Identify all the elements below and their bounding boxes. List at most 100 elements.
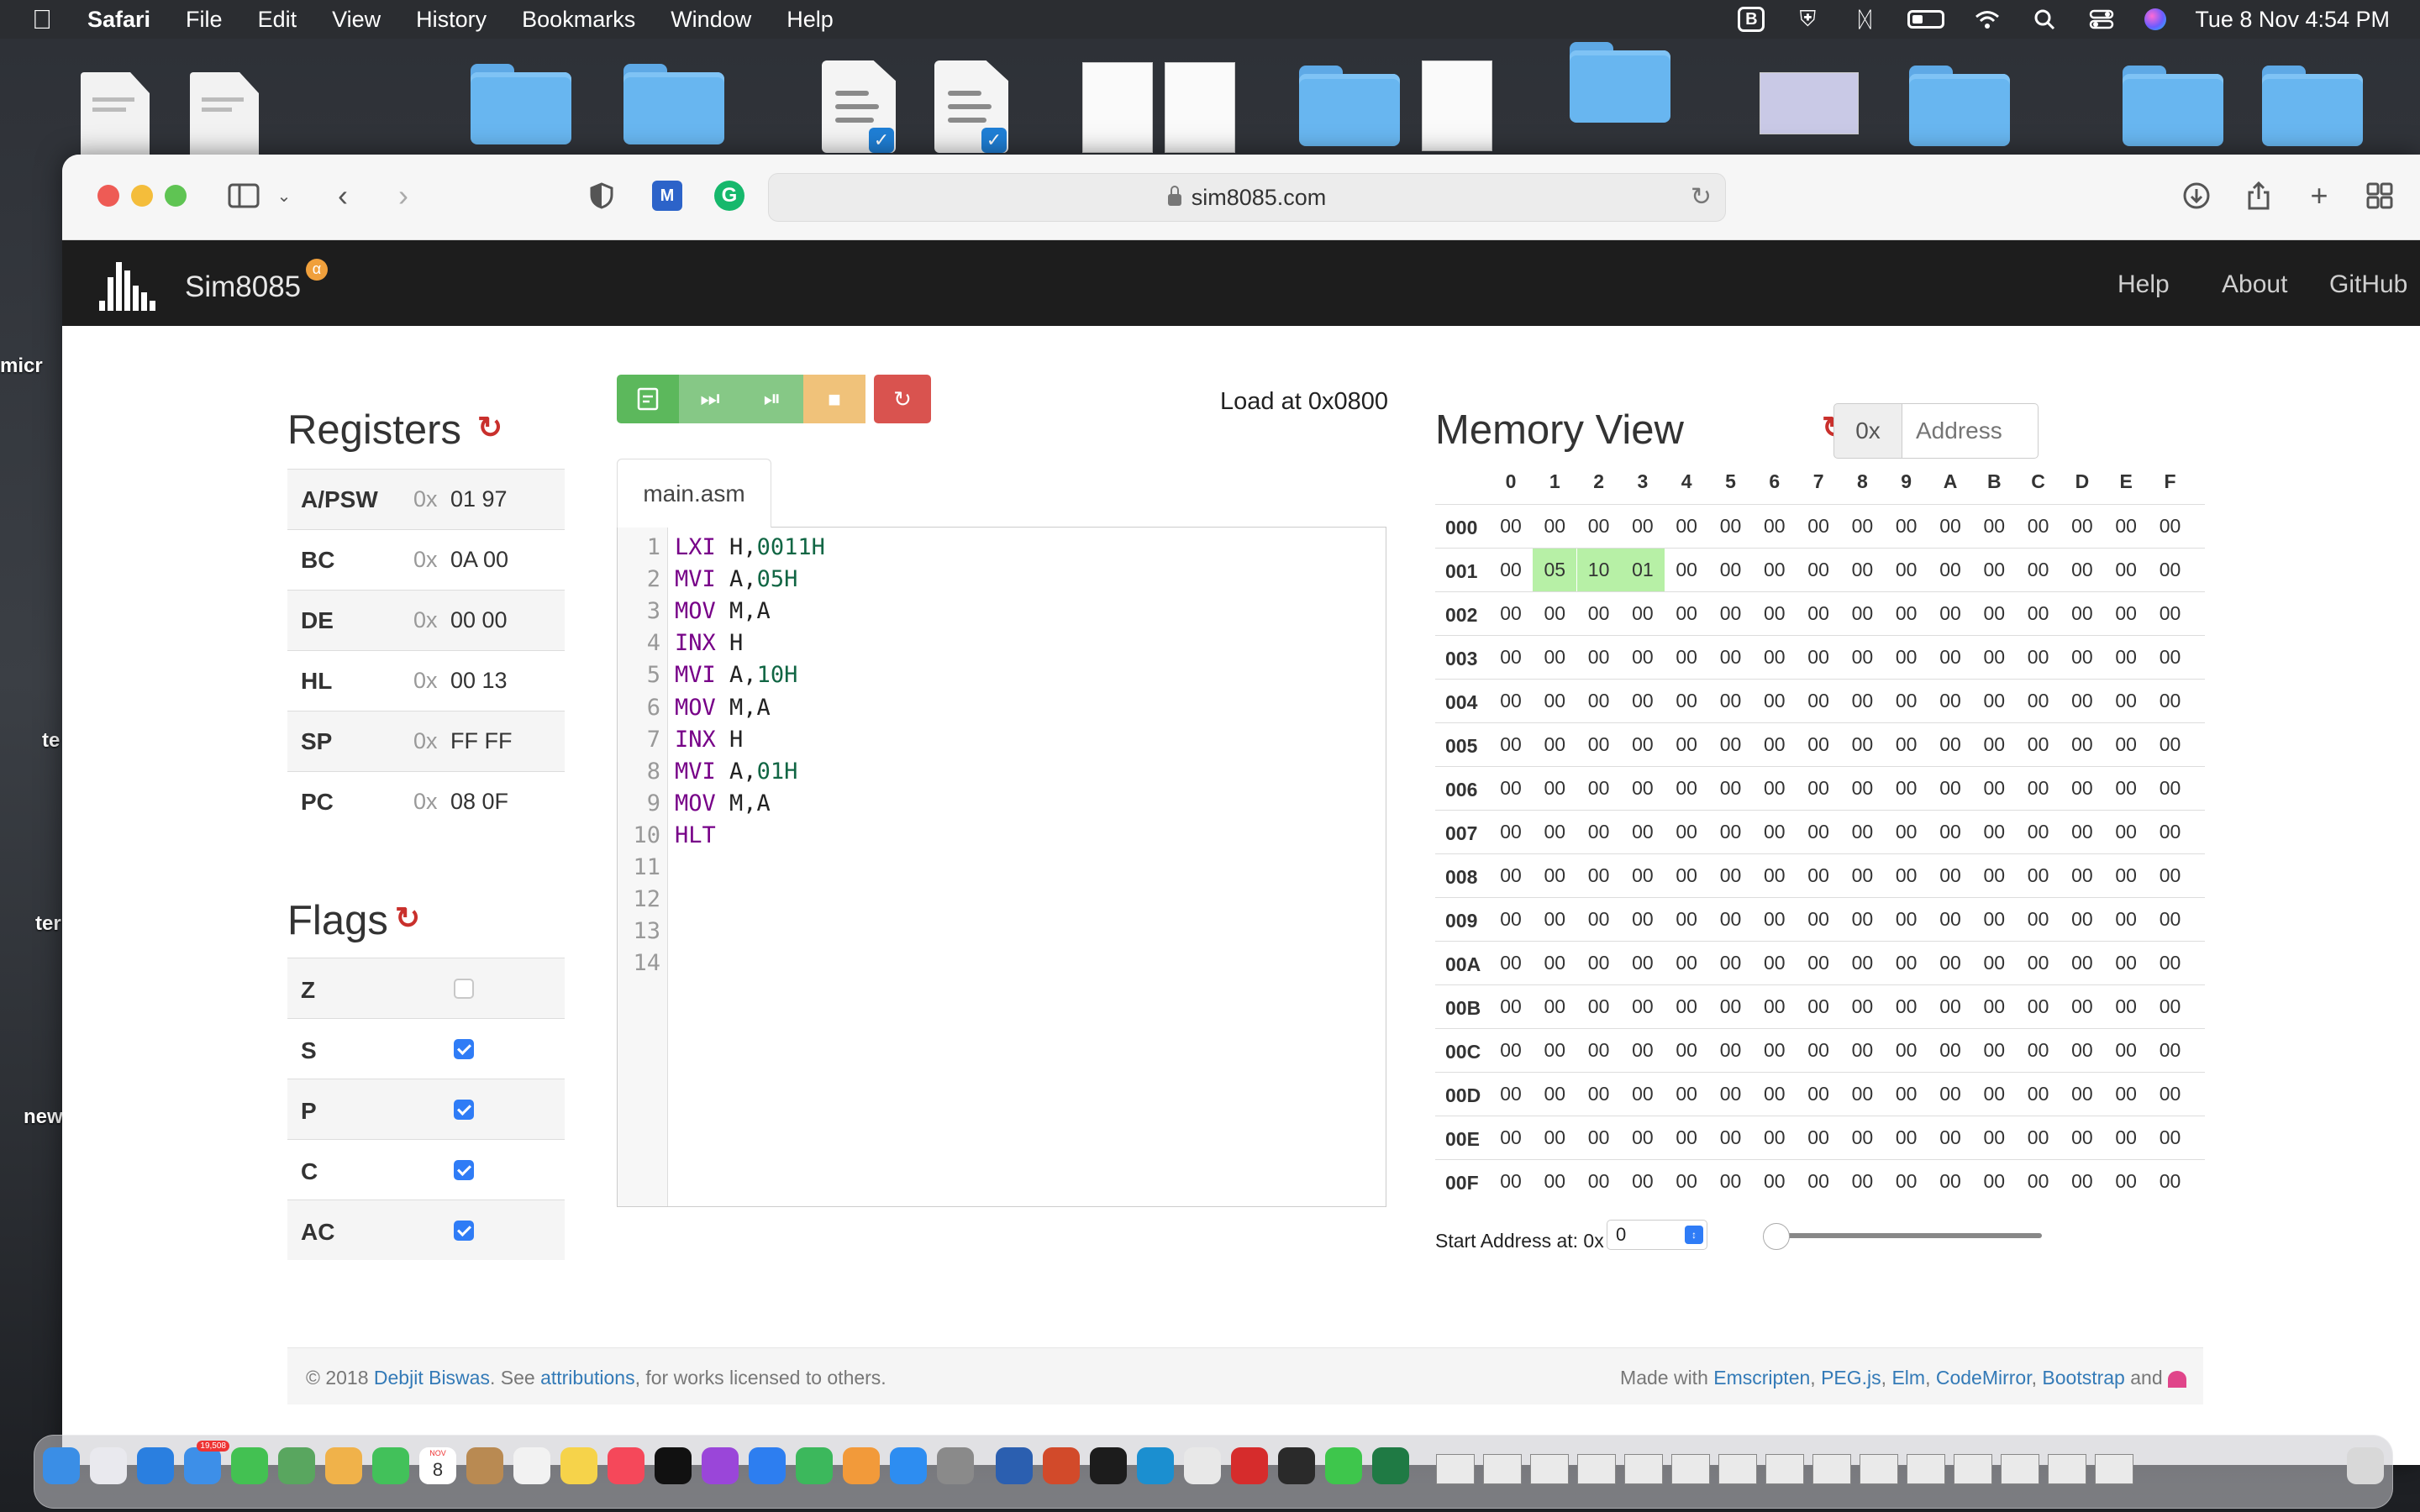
memory-cell[interactable]: 00 xyxy=(1885,549,1928,591)
wifi-icon[interactable] xyxy=(1973,8,2002,31)
memory-cell[interactable]: 00 xyxy=(1885,505,1928,548)
menubar-clock[interactable]: Tue 8 Nov 4:54 PM xyxy=(2195,7,2390,33)
memory-cell[interactable]: 00 xyxy=(1928,985,1972,1028)
pegjs-link[interactable]: PEG.js xyxy=(1821,1367,1881,1389)
code-editor[interactable]: 1 2 3 4 5 6 7 8 9 10 11 12 13 14 LXI H,0011H MVI A,05H… xyxy=(617,527,1386,1207)
app-store-icon[interactable] xyxy=(890,1447,927,1484)
memory-cell[interactable]: 00 xyxy=(1533,636,1576,679)
memory-cell[interactable]: 00 xyxy=(1840,680,1884,722)
memory-cell[interactable]: 00 xyxy=(1885,1073,1928,1116)
folder-icon[interactable] xyxy=(471,64,571,144)
bluetooth-icon[interactable]: ᛞ xyxy=(1850,7,1879,32)
memory-cell[interactable]: 00 xyxy=(2060,811,2104,853)
memory-cell[interactable]: 00 xyxy=(1972,1073,2016,1116)
nav-help[interactable]: Help xyxy=(2118,270,2170,299)
vpn-shield-icon[interactable]: ⛨ xyxy=(1793,6,1822,31)
memory-cell[interactable]: 00 xyxy=(1753,592,1797,635)
memory-cell[interactable]: 00 xyxy=(2104,680,2148,722)
memory-cell[interactable]: 00 xyxy=(1709,811,1753,853)
keynote-icon[interactable] xyxy=(749,1447,786,1484)
brand-name[interactable]: Sim8085 xyxy=(185,270,301,304)
memory-cell[interactable]: 00 xyxy=(1840,636,1884,679)
window-thumbnail[interactable] xyxy=(1907,1454,1945,1484)
memory-cell[interactable]: 00 xyxy=(1533,723,1576,766)
flag-checkbox[interactable] xyxy=(454,979,474,999)
memory-cell[interactable]: 00 xyxy=(1885,898,1928,941)
memory-cell[interactable]: 00 xyxy=(2104,898,2148,941)
contacts-icon[interactable] xyxy=(466,1447,503,1484)
menu-view[interactable]: View xyxy=(332,7,381,33)
memory-cell[interactable]: 00 xyxy=(1621,505,1665,548)
memory-cell[interactable]: 00 xyxy=(1972,723,2016,766)
memory-cell[interactable]: 00 xyxy=(1621,985,1665,1028)
memory-cell[interactable]: 00 xyxy=(1489,636,1533,679)
memory-cell[interactable]: 00 xyxy=(1621,811,1665,853)
memory-cell[interactable]: 00 xyxy=(1885,1160,1928,1203)
assemble-button[interactable] xyxy=(617,375,679,423)
forward-icon[interactable]: › xyxy=(388,175,418,217)
memory-cell[interactable]: 00 xyxy=(2017,942,2060,984)
share-icon[interactable] xyxy=(2242,175,2275,217)
memory-cell[interactable]: 00 xyxy=(1709,1116,1753,1159)
memory-cell[interactable]: 00 xyxy=(1885,1029,1928,1072)
memory-cell[interactable]: 00 xyxy=(1533,1073,1576,1116)
flag-checkbox[interactable] xyxy=(454,1100,474,1120)
memory-cell[interactable]: 00 xyxy=(2104,942,2148,984)
start-address-input[interactable]: 0 ↕ xyxy=(1607,1220,1707,1250)
memory-cell[interactable]: 00 xyxy=(2060,1029,2104,1072)
memory-cell[interactable]: 00 xyxy=(2060,505,2104,548)
memory-cell[interactable]: 00 xyxy=(2060,549,2104,591)
window-thumbnail[interactable] xyxy=(2001,1454,2039,1484)
memory-cell[interactable]: 00 xyxy=(2017,592,2060,635)
sim8085-logo-icon[interactable] xyxy=(99,259,163,311)
memory-cell[interactable]: 00 xyxy=(1533,1029,1576,1072)
memory-cell[interactable]: 00 xyxy=(1709,1160,1753,1203)
memory-cell[interactable]: 00 xyxy=(1753,1029,1797,1072)
document-thumbnail[interactable] xyxy=(1422,60,1492,151)
memory-cell[interactable]: 00 xyxy=(1709,505,1753,548)
memory-cell[interactable]: 00 xyxy=(1621,1073,1665,1116)
messages-icon[interactable] xyxy=(231,1447,268,1484)
memory-cell[interactable]: 00 xyxy=(2060,942,2104,984)
memory-cell[interactable]: 00 xyxy=(1797,1116,1840,1159)
privacy-shield-icon[interactable] xyxy=(587,175,617,217)
memory-cell[interactable]: 00 xyxy=(1840,1073,1884,1116)
step-button[interactable]: ⏯ xyxy=(741,375,803,423)
memory-cell[interactable]: 00 xyxy=(2017,854,2060,897)
memory-cell[interactable]: 00 xyxy=(2104,811,2148,853)
memory-cell[interactable]: 00 xyxy=(1797,767,1840,810)
flag-checkbox[interactable] xyxy=(454,1221,474,1241)
photos-icon[interactable] xyxy=(325,1447,362,1484)
memory-cell[interactable]: 00 xyxy=(1840,898,1884,941)
memory-cell[interactable]: 00 xyxy=(1665,898,1708,941)
memory-cell[interactable]: 00 xyxy=(1621,680,1665,722)
memory-cell[interactable]: 00 xyxy=(1753,680,1797,722)
memory-cell[interactable]: 00 xyxy=(1577,592,1621,635)
document-icon[interactable] xyxy=(81,72,150,160)
window-thumbnail[interactable] xyxy=(1483,1454,1522,1484)
memory-cell[interactable]: 00 xyxy=(2104,636,2148,679)
run-button[interactable]: ⏭ xyxy=(679,375,741,423)
memory-cell[interactable]: 00 xyxy=(1533,942,1576,984)
memory-cell[interactable]: 00 xyxy=(1928,942,1972,984)
memory-cell[interactable]: 00 xyxy=(1533,1116,1576,1159)
memory-cell[interactable]: 00 xyxy=(1840,1029,1884,1072)
memory-cell[interactable]: 00 xyxy=(1885,942,1928,984)
memory-cell[interactable]: 00 xyxy=(1709,854,1753,897)
memory-cell[interactable]: 00 xyxy=(1972,985,2016,1028)
memory-cell[interactable]: 00 xyxy=(1621,942,1665,984)
memory-cell[interactable]: 00 xyxy=(2104,549,2148,591)
memory-cell[interactable]: 00 xyxy=(1797,505,1840,548)
memory-cell[interactable]: 00 xyxy=(1972,636,2016,679)
memory-cell[interactable]: 00 xyxy=(1709,1029,1753,1072)
memory-cell[interactable]: 00 xyxy=(1797,1160,1840,1203)
memory-cell[interactable]: 00 xyxy=(2104,767,2148,810)
desktop-label[interactable]: micr xyxy=(0,354,62,378)
memory-cell[interactable]: 00 xyxy=(1797,680,1840,722)
memory-cell[interactable]: 00 xyxy=(1665,636,1708,679)
memory-cell[interactable]: 00 xyxy=(1928,1116,1972,1159)
memory-cell[interactable]: 00 xyxy=(1577,1116,1621,1159)
memory-cell[interactable]: 00 xyxy=(1840,811,1884,853)
memory-cell[interactable]: 00 xyxy=(2017,1029,2060,1072)
memory-cell[interactable]: 00 xyxy=(1885,854,1928,897)
